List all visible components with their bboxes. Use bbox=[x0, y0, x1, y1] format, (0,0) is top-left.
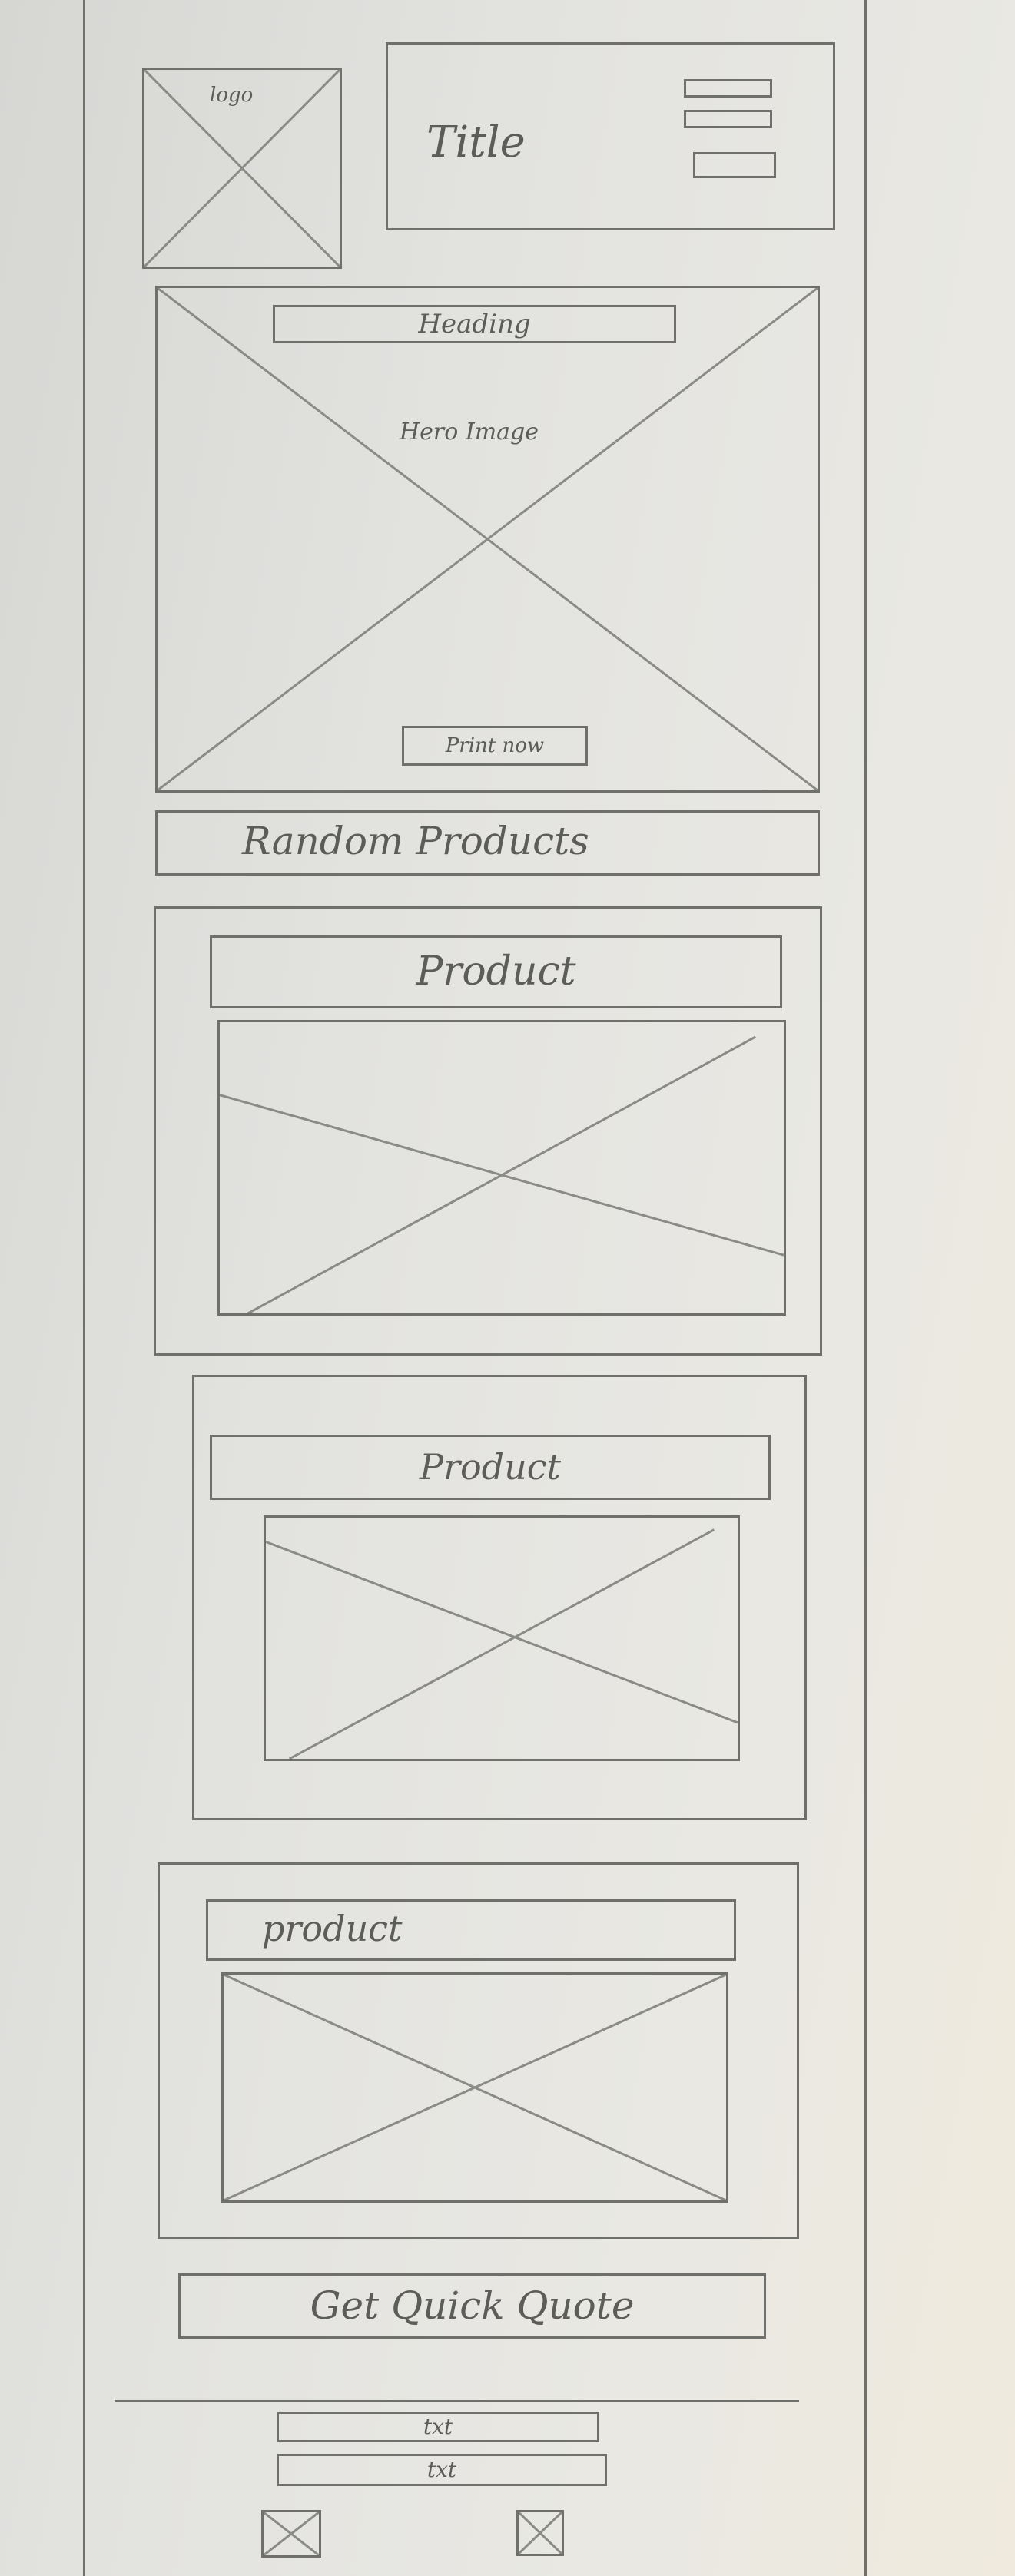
footer-text-line: txt bbox=[277, 2454, 607, 2486]
print-now-button-label: Print now bbox=[445, 734, 545, 757]
title-bar: Title bbox=[386, 42, 835, 230]
random-products-banner: Random Products bbox=[155, 810, 820, 876]
hero-heading: Heading bbox=[273, 305, 676, 343]
print-now-button[interactable]: Print now bbox=[402, 726, 588, 766]
hero-image-label: Hero Image bbox=[400, 419, 539, 445]
image-placeholder-icon bbox=[158, 288, 818, 790]
menu-bar-3 bbox=[693, 152, 776, 178]
image-placeholder-icon bbox=[264, 2512, 319, 2555]
menu-bar-1 bbox=[684, 79, 772, 98]
product-title: Product bbox=[416, 949, 576, 995]
product-image bbox=[221, 1972, 728, 2203]
get-quick-quote-label: Get Quick Quote bbox=[310, 2283, 635, 2328]
random-products-label: Random Products bbox=[242, 819, 589, 863]
page-right-border bbox=[864, 0, 867, 2576]
hero-image: Heading Hero Image Print now bbox=[155, 286, 820, 793]
product-card[interactable]: Product bbox=[192, 1375, 807, 1820]
product-title: product bbox=[262, 1908, 403, 1949]
get-quick-quote-button[interactable]: Get Quick Quote bbox=[178, 2273, 766, 2339]
product-card[interactable]: product bbox=[158, 1862, 799, 2239]
footer-divider bbox=[115, 2400, 799, 2402]
product-image bbox=[264, 1515, 740, 1761]
image-placeholder-icon bbox=[224, 1975, 726, 2200]
image-placeholder-icon bbox=[266, 1518, 738, 1759]
logo-label: logo bbox=[210, 84, 254, 107]
page-title: Title bbox=[426, 118, 526, 167]
footer-text-line: txt bbox=[277, 2412, 599, 2442]
footer-social-icon[interactable] bbox=[516, 2510, 564, 2556]
product-image bbox=[217, 1020, 786, 1316]
footer-social-icon[interactable] bbox=[261, 2510, 321, 2558]
image-placeholder-icon bbox=[220, 1022, 784, 1313]
product-title-bar: Product bbox=[210, 935, 782, 1008]
footer-text: txt bbox=[426, 2457, 457, 2482]
menu-bar-2 bbox=[684, 110, 772, 128]
product-card[interactable]: Product bbox=[154, 906, 822, 1356]
product-title-bar: Product bbox=[210, 1435, 771, 1500]
product-title-bar: product bbox=[206, 1899, 736, 1961]
image-placeholder-icon bbox=[519, 2512, 562, 2554]
menu-icon[interactable] bbox=[684, 79, 776, 194]
page-left-border bbox=[83, 0, 85, 2576]
logo-placeholder[interactable]: logo bbox=[142, 68, 342, 269]
hero-heading-text: Heading bbox=[418, 309, 531, 339]
footer-text: txt bbox=[423, 2414, 453, 2439]
product-title: Product bbox=[420, 1446, 561, 1488]
